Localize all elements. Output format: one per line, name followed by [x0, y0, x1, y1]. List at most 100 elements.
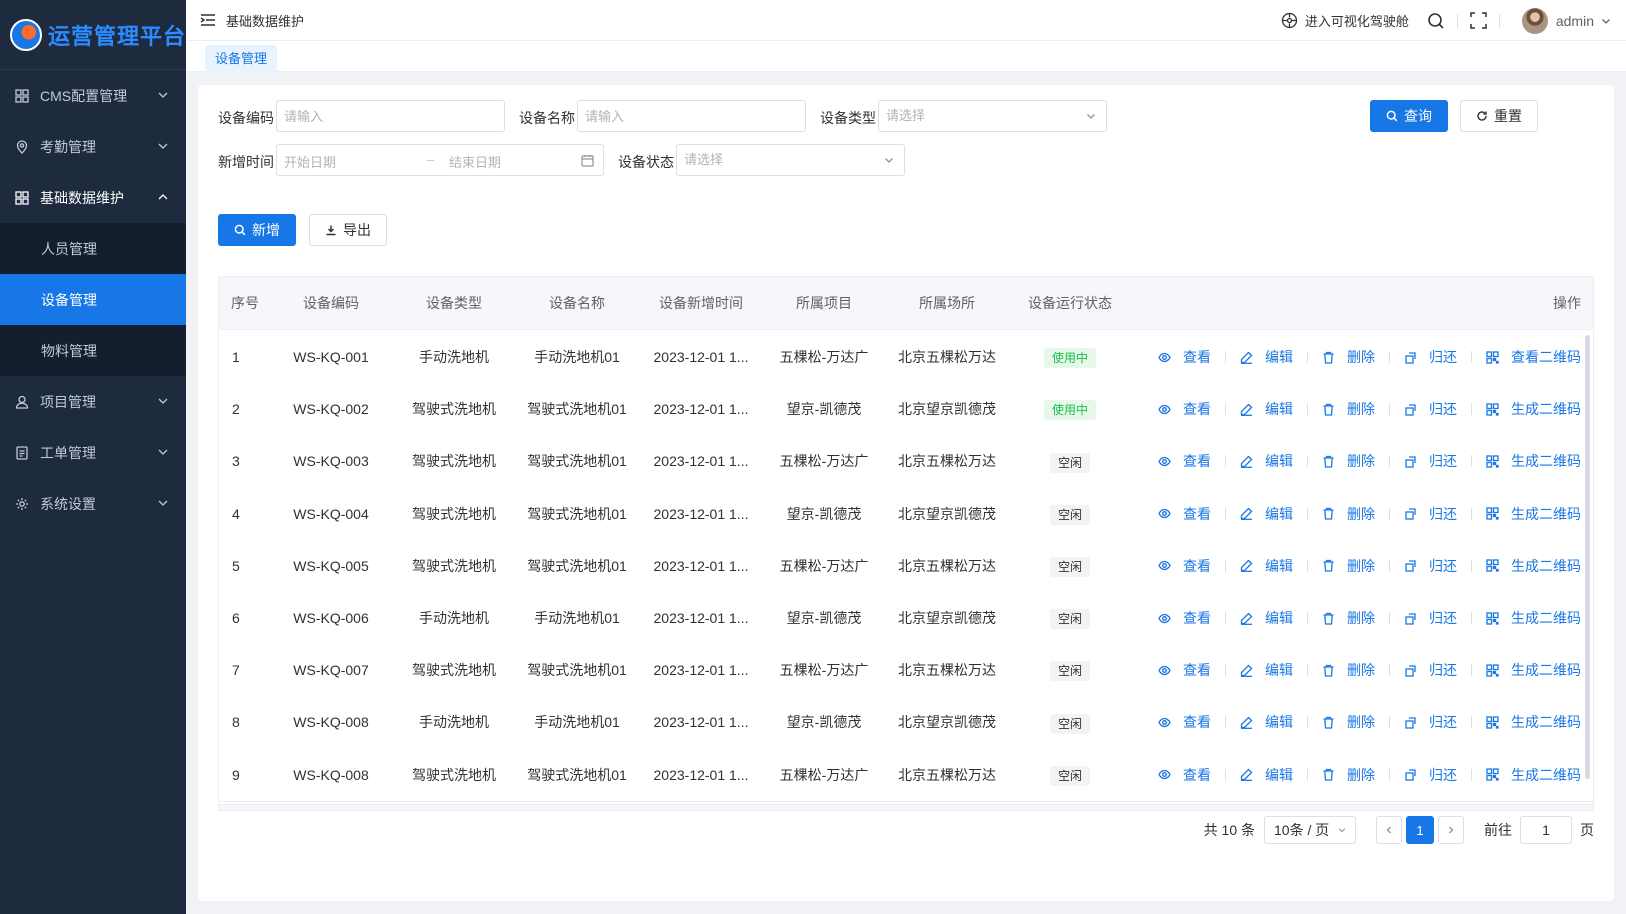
sidebar-item-devices[interactable]: 设备管理	[0, 274, 186, 325]
avatar[interactable]	[1521, 7, 1548, 34]
pagination: 共 10 条 10条 / 页 1 前往 1 页	[1204, 816, 1594, 844]
sidebar-item-basic-data[interactable]: 基础数据维护	[0, 172, 186, 223]
return-button[interactable]: 归还	[1404, 399, 1457, 419]
reset-button[interactable]: 重置	[1460, 100, 1538, 132]
next-page-button[interactable]	[1438, 816, 1464, 844]
status-badge: 使用中	[1043, 400, 1096, 421]
qr-code-button[interactable]: 查看二维码	[1486, 347, 1581, 367]
row-index: 4	[232, 505, 240, 522]
return-button[interactable]: 归还	[1404, 451, 1457, 471]
visual-cockpit-link[interactable]: 进入可视化驾驶舱	[1281, 11, 1409, 30]
sidebar-item-materials[interactable]: 物料管理	[0, 325, 186, 376]
delete-button[interactable]: 删除	[1322, 556, 1375, 576]
return-button[interactable]: 归还	[1404, 608, 1457, 628]
chevron-down-icon	[158, 92, 168, 98]
delete-button[interactable]: 删除	[1322, 712, 1375, 732]
device-status-select[interactable]: 请选择	[676, 144, 905, 176]
edit-button[interactable]: 编辑	[1240, 608, 1293, 628]
return-button-label: 归还	[1429, 714, 1457, 731]
view-button[interactable]: 查看	[1158, 399, 1211, 419]
edit-icon	[1240, 716, 1259, 729]
return-button[interactable]: 归还	[1404, 556, 1457, 576]
vertical-scrollbar[interactable]	[1585, 335, 1590, 779]
menu-fold-icon[interactable]	[200, 12, 216, 28]
return-button[interactable]: 归还	[1404, 347, 1457, 367]
edit-button[interactable]: 编辑	[1240, 347, 1293, 367]
column-header: 设备编码	[303, 295, 359, 311]
divider	[1471, 612, 1472, 624]
device-name: 驾驶式洗地机01	[527, 766, 627, 783]
qr-code-button[interactable]: 生成二维码	[1486, 608, 1581, 628]
return-icon	[1404, 716, 1423, 729]
horizontal-scrollbar[interactable]	[219, 804, 1593, 810]
device-type-select[interactable]: 请选择	[878, 100, 1107, 132]
search-button[interactable]: 查询	[1370, 100, 1448, 132]
delete-button[interactable]: 删除	[1322, 504, 1375, 524]
view-button[interactable]: 查看	[1158, 712, 1211, 732]
edit-button[interactable]: 编辑	[1240, 504, 1293, 524]
return-button[interactable]: 归还	[1404, 660, 1457, 680]
qr-code-button[interactable]: 生成二维码	[1486, 765, 1581, 785]
edit-button[interactable]: 编辑	[1240, 660, 1293, 680]
edit-button[interactable]: 编辑	[1240, 712, 1293, 732]
qr-code-button[interactable]: 生成二维码	[1486, 451, 1581, 471]
view-button[interactable]: 查看	[1158, 347, 1211, 367]
view-button[interactable]: 查看	[1158, 608, 1211, 628]
edit-icon	[1240, 664, 1259, 677]
sidebar-item-attendance[interactable]: 考勤管理	[0, 121, 186, 172]
qr-code-button[interactable]: 生成二维码	[1486, 556, 1581, 576]
user-name[interactable]: admin	[1556, 13, 1594, 29]
qr-code-button[interactable]: 生成二维码	[1486, 399, 1581, 419]
sidebar-item-projects[interactable]: 项目管理	[0, 376, 186, 427]
view-button[interactable]: 查看	[1158, 451, 1211, 471]
return-button[interactable]: 归还	[1404, 504, 1457, 524]
device-code-input[interactable]	[276, 100, 505, 132]
delete-button[interactable]: 删除	[1322, 660, 1375, 680]
edit-button[interactable]: 编辑	[1240, 399, 1293, 419]
goto-page-input[interactable]: 1	[1520, 816, 1572, 844]
delete-button[interactable]: 删除	[1322, 765, 1375, 785]
divider	[1307, 351, 1308, 363]
edit-button[interactable]: 编辑	[1240, 765, 1293, 785]
edit-button[interactable]: 编辑	[1240, 451, 1293, 471]
qr-code-button[interactable]: 生成二维码	[1486, 504, 1581, 524]
return-button[interactable]: 归还	[1404, 765, 1457, 785]
delete-button[interactable]: 删除	[1322, 608, 1375, 628]
trash-icon	[1322, 403, 1341, 416]
view-button[interactable]: 查看	[1158, 765, 1211, 785]
status-cell: 空闲	[1015, 487, 1125, 541]
sidebar-item-personnel[interactable]: 人员管理	[0, 223, 186, 274]
divider	[1307, 559, 1308, 572]
qr-code-button[interactable]: 生成二维码	[1486, 712, 1581, 732]
prev-page-button[interactable]	[1376, 816, 1402, 844]
chevron-down-icon	[885, 158, 893, 163]
return-button[interactable]: 归还	[1404, 712, 1457, 732]
sidebar-item-cms[interactable]: CMS配置管理	[0, 70, 186, 121]
edit-button[interactable]: 编辑	[1240, 556, 1293, 576]
sidebar-item-label: 考勤管理	[40, 138, 96, 155]
tab-devices[interactable]: 设备管理	[205, 45, 278, 72]
trash-icon	[1322, 455, 1341, 468]
delete-button[interactable]: 删除	[1322, 399, 1375, 419]
fullscreen-icon[interactable]	[1470, 12, 1487, 29]
search-icon[interactable]	[1427, 12, 1445, 30]
view-button[interactable]: 查看	[1158, 504, 1211, 524]
page-number-current[interactable]: 1	[1406, 816, 1434, 844]
export-button[interactable]: 导出	[309, 214, 387, 246]
qr-code-button[interactable]: 生成二维码	[1486, 660, 1581, 680]
add-button[interactable]: 新增	[218, 214, 296, 246]
sidebar-item-work-orders[interactable]: 工单管理	[0, 427, 186, 478]
date-range-picker[interactable]: 开始日期 – 结束日期	[276, 144, 604, 176]
device-name-input[interactable]	[577, 100, 806, 132]
view-button[interactable]: 查看	[1158, 660, 1211, 680]
page-size-select[interactable]: 10条 / 页	[1264, 816, 1356, 844]
divider	[1225, 664, 1226, 677]
chevron-down-icon[interactable]	[1600, 15, 1612, 27]
delete-button[interactable]: 删除	[1322, 347, 1375, 367]
delete-button[interactable]: 删除	[1322, 451, 1375, 471]
view-button[interactable]: 查看	[1158, 556, 1211, 576]
chevron-down-icon	[1087, 114, 1095, 119]
divider	[1389, 612, 1390, 624]
sidebar-item-settings[interactable]: 系统设置	[0, 478, 186, 529]
device-code: WS-KQ-006	[293, 610, 369, 626]
